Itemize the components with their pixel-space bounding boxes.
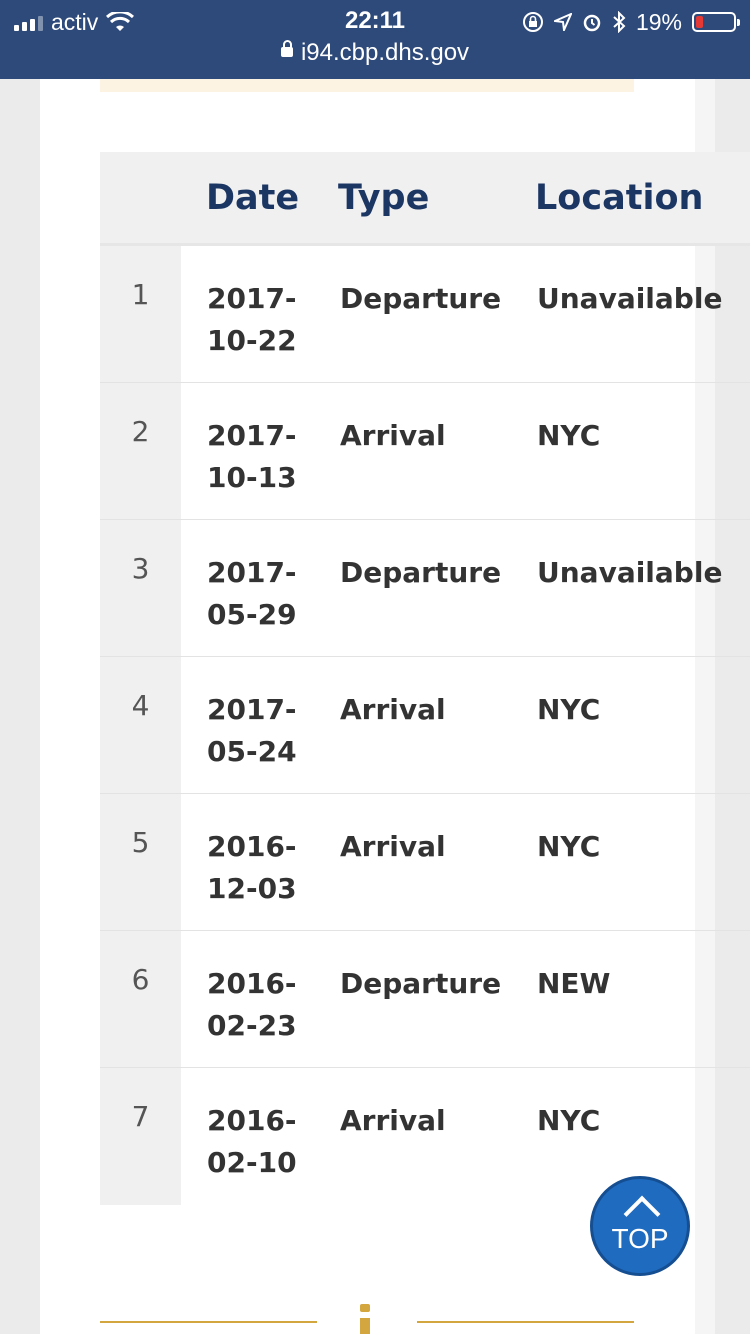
type-cell: Arrival — [340, 830, 446, 863]
battery-icon — [692, 12, 740, 32]
date-year: 2016- — [207, 967, 297, 1000]
date-month-day: 10-13 — [207, 461, 297, 494]
row-number: 7 — [131, 1100, 150, 1133]
url-text: i94.cbp.dhs.gov — [300, 39, 470, 66]
status-bar: activ 22:11 i94.cbp.dhs.gov 19% — [0, 0, 750, 79]
date-year: 2017- — [207, 556, 297, 589]
battery-percent: 19% — [635, 8, 682, 35]
table-row: 6 2016- 02-23 Departure NEW — [100, 931, 750, 1068]
notice-banner-bottom — [100, 79, 634, 92]
table-row: 4 2017- 05-24 Arrival NYC — [100, 657, 750, 794]
status-right: 19% — [522, 7, 740, 37]
type-cell: Arrival — [340, 693, 446, 726]
table-row: 2 2017- 10-13 Arrival NYC — [100, 383, 750, 520]
lock-icon — [280, 39, 293, 57]
location-cell: Unavailable — [537, 282, 723, 315]
date-year: 2016- — [207, 830, 297, 863]
back-to-top-button[interactable]: TOP — [590, 1176, 690, 1276]
orientation-lock-icon — [522, 12, 543, 32]
date-year: 2017- — [207, 419, 297, 452]
location-cell: NYC — [537, 830, 601, 863]
date-cell: 2017- 10-13 — [207, 415, 317, 499]
date-month-day: 12-03 — [207, 872, 297, 905]
location-cell: NYC — [537, 693, 601, 726]
row-number-cell: 3 — [100, 520, 181, 656]
travel-history-table: 1 2017- 10-22 Departure Unavailable 2 201… — [100, 246, 750, 1205]
type-cell: Departure — [340, 967, 502, 1000]
table-row: 1 2017- 10-22 Departure Unavailable — [100, 246, 750, 383]
row-number: 3 — [131, 552, 150, 585]
divider-right — [417, 1321, 634, 1323]
alarm-icon — [583, 14, 601, 32]
row-number-cell: 4 — [100, 657, 181, 793]
address-bar[interactable]: i94.cbp.dhs.gov — [0, 39, 750, 67]
battery-level-fill — [696, 16, 703, 28]
table-row: 5 2016- 12-03 Arrival NYC — [100, 794, 750, 931]
date-month-day: 05-29 — [207, 598, 297, 631]
location-cell: NYC — [537, 419, 601, 452]
date-month-day: 02-10 — [207, 1146, 297, 1179]
location-cell: NYC — [537, 1104, 601, 1137]
info-icon — [358, 1304, 372, 1334]
column-header-type: Type — [338, 178, 430, 218]
row-number-cell: 1 — [100, 246, 181, 382]
back-to-top-label: TOP — [611, 1223, 669, 1254]
date-year: 2016- — [207, 1104, 297, 1137]
type-cell: Departure — [340, 282, 502, 315]
table-row: 3 2017- 05-29 Departure Unavailable — [100, 520, 750, 657]
date-cell: 2016- 02-23 — [207, 963, 317, 1047]
row-number: 1 — [131, 278, 150, 311]
row-number-cell: 7 — [100, 1068, 181, 1205]
row-number: 5 — [131, 826, 150, 859]
date-month-day: 05-24 — [207, 735, 297, 768]
date-year: 2017- — [207, 693, 297, 726]
column-header-location: Location — [535, 178, 704, 218]
row-number-cell: 2 — [100, 383, 181, 519]
row-number: 6 — [131, 963, 150, 996]
type-cell: Arrival — [340, 1104, 446, 1137]
row-number-cell: 5 — [100, 794, 181, 930]
type-cell: Arrival — [340, 419, 446, 452]
date-cell: 2016- 12-03 — [207, 826, 317, 910]
date-cell: 2016- 02-10 — [207, 1100, 317, 1184]
location-arrow-icon — [553, 13, 572, 31]
date-cell: 2017- 05-29 — [207, 552, 317, 636]
bluetooth-icon — [613, 11, 626, 33]
row-number-cell: 6 — [100, 931, 181, 1067]
type-cell: Departure — [340, 556, 502, 589]
date-cell: 2017- 10-22 — [207, 278, 317, 362]
column-header-date: Date — [206, 178, 300, 218]
location-cell: Unavailable — [537, 556, 723, 589]
date-month-day: 10-22 — [207, 324, 297, 357]
row-number: 2 — [131, 415, 150, 448]
divider-left — [100, 1321, 317, 1323]
table-header: Date Type Location — [100, 152, 750, 246]
date-month-day: 02-23 — [207, 1009, 297, 1042]
date-cell: 2017- 05-24 — [207, 689, 317, 773]
location-cell: NEW — [537, 967, 611, 1000]
row-number: 4 — [131, 689, 150, 722]
date-year: 2017- — [207, 282, 297, 315]
